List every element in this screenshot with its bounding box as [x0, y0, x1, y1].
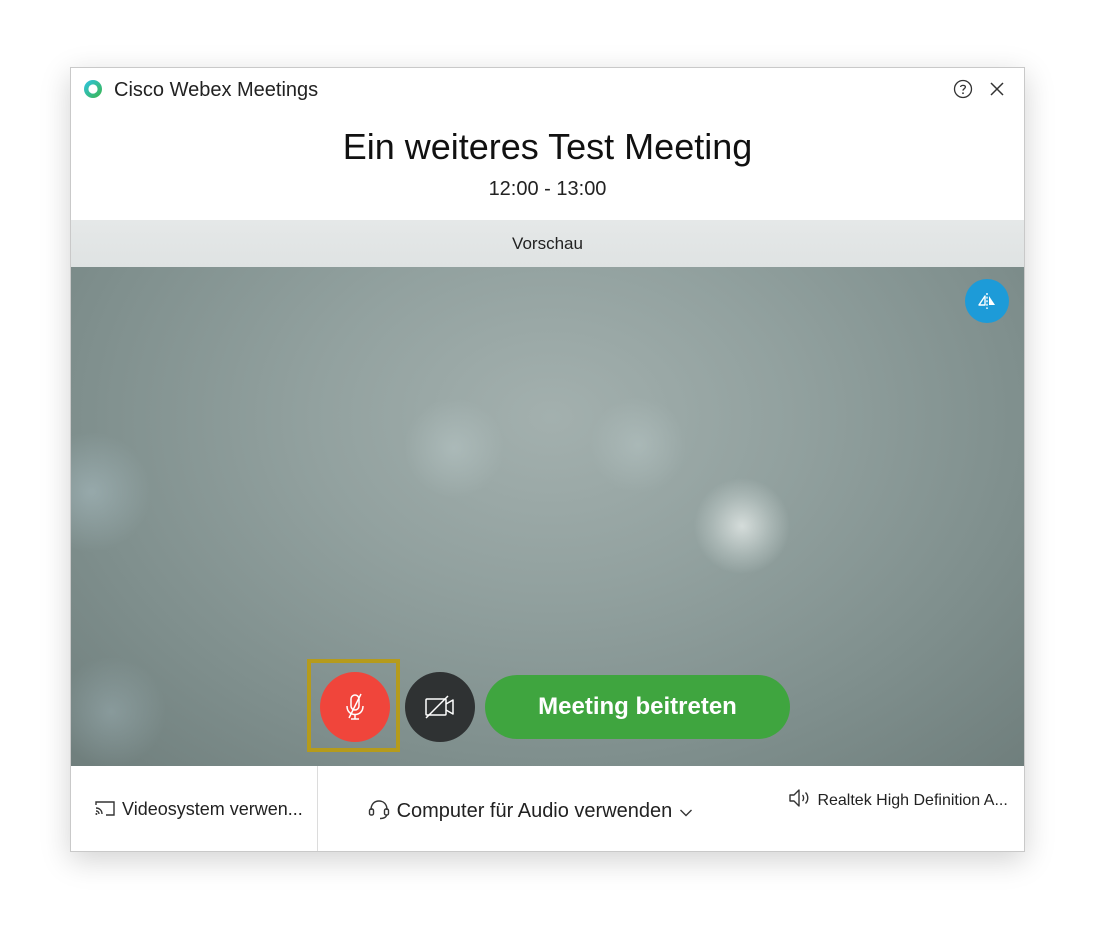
mute-button[interactable]	[320, 672, 390, 742]
audio-option-dropdown[interactable]: Computer für Audio verwenden	[367, 797, 694, 822]
app-title: Cisco Webex Meetings	[114, 79, 319, 101]
title-bar: Cisco Webex Meetings	[71, 68, 1024, 112]
video-toggle-button[interactable]	[405, 672, 475, 742]
meeting-title: Ein weiteres Test Meeting	[342, 126, 753, 167]
speaker-label: Realtek High Definition A...	[817, 792, 1008, 809]
footer-divider	[317, 766, 318, 851]
microphone-muted-icon	[346, 693, 364, 720]
audio-option-label: Computer für Audio verwenden	[396, 800, 673, 822]
join-meeting-button[interactable]: Meeting beitreten	[485, 675, 790, 739]
video-system-button[interactable]: Videosystem verwen...	[93, 797, 303, 821]
cast-screen-icon	[95, 801, 115, 816]
speaker-icon	[789, 789, 809, 807]
footer-bar: Videosystem verwen... Computer für Audio…	[71, 766, 1024, 851]
speaker-select[interactable]: Realtek High Definition A...	[787, 787, 1008, 809]
headset-icon	[368, 800, 390, 820]
video-preview: Meeting beitreten	[71, 267, 1024, 766]
close-icon[interactable]	[986, 78, 1008, 100]
meeting-time: 12:00 - 13:00	[488, 178, 607, 200]
video-system-label: Videosystem verwen...	[122, 799, 303, 819]
chevron-down-icon	[679, 809, 692, 817]
mirror-view-button[interactable]	[965, 279, 1009, 323]
mirror-view-icon	[978, 293, 995, 309]
camera-off-icon	[425, 695, 454, 719]
webex-meeting-window: Cisco Webex Meetings Ein weiteres Test M…	[70, 67, 1025, 852]
webex-logo-icon	[84, 80, 102, 98]
preview-label: Vorschau	[71, 220, 1024, 267]
help-icon[interactable]	[952, 78, 974, 100]
